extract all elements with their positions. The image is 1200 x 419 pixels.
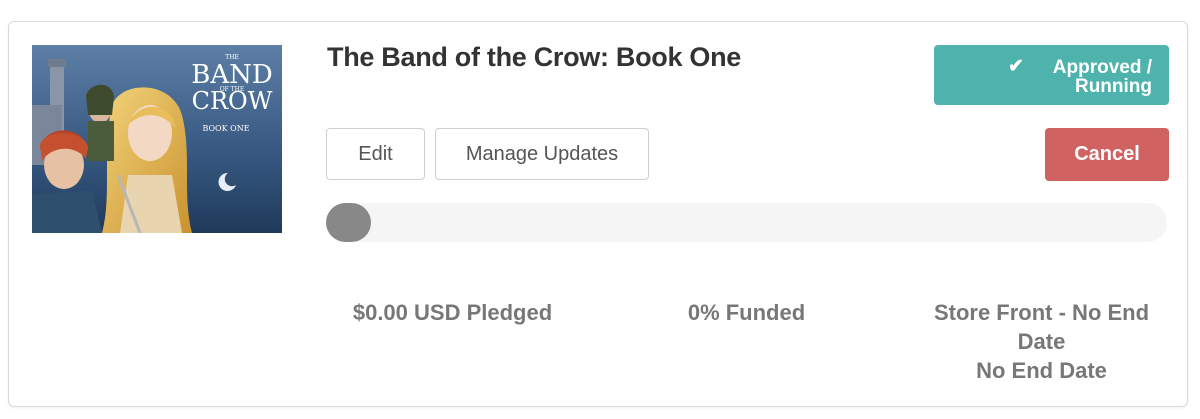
edit-button[interactable]: Edit — [326, 128, 425, 180]
manage-updates-button[interactable]: Manage Updates — [435, 128, 649, 180]
end-date: No End Date — [976, 358, 1107, 383]
status-button[interactable]: ✔ Approved / Running — [934, 45, 1169, 105]
funded-percent: 0% Funded — [687, 300, 806, 325]
end-date-info: Store Front - No End Date No End Date — [918, 298, 1165, 385]
campaign-title: The Band of the Crow: Book One — [327, 42, 741, 72]
end-type: Store Front - No End Date — [933, 300, 1150, 354]
cancel-button[interactable]: Cancel — [1045, 128, 1169, 181]
funding-progress-bar — [326, 203, 1167, 242]
funding-progress-fill — [326, 203, 371, 242]
cover-subtitle: BOOK ONE — [202, 124, 249, 133]
book-cover-image: THE BAND OF THE CROW BOOK ONE — [32, 45, 282, 233]
pledged-amount: $0.00 USD Pledged — [352, 300, 553, 325]
cover-title-line4: CROW — [192, 87, 273, 115]
status-label: Approved / Running — [1052, 57, 1152, 97]
